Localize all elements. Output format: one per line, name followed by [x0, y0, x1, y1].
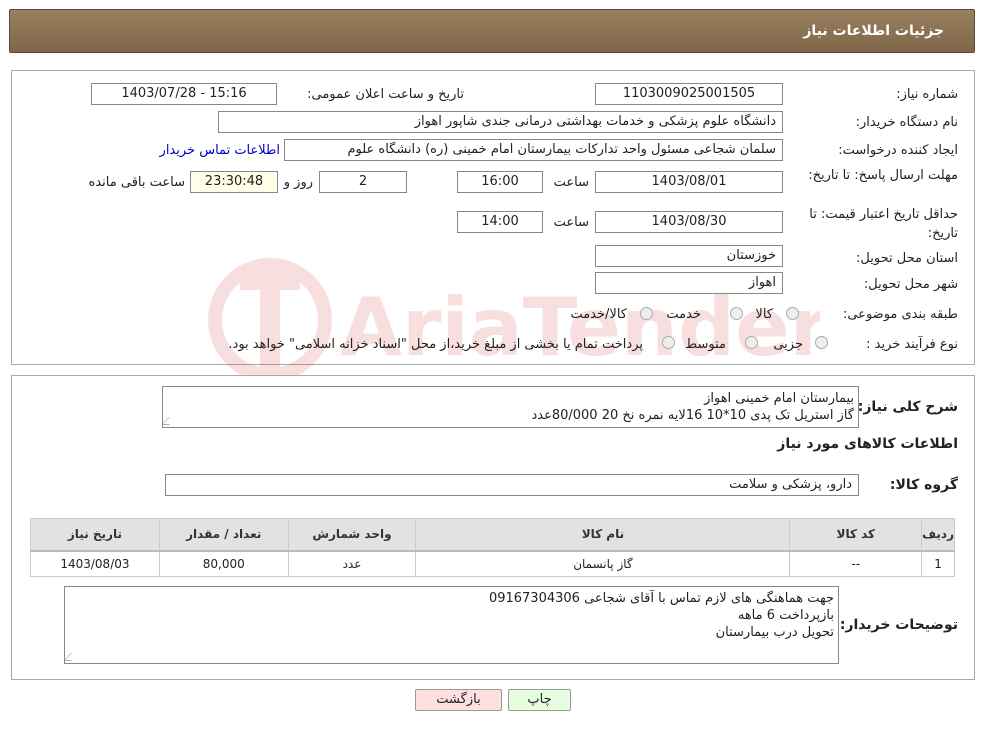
- process-radio-medium[interactable]: [745, 336, 758, 349]
- process-option-minor: جزیی: [773, 337, 803, 352]
- buyer-org-field: دانشگاه علوم پزشکی و خدمات بهداشتی درمان…: [218, 111, 783, 133]
- goods-group-label: گروه کالا:: [889, 477, 958, 493]
- page-title: جزئیات اطلاعات نیاز: [803, 23, 944, 39]
- buyer-notes-textarea[interactable]: جهت هماهنگی های لازم تماس با آقای شجاعی …: [64, 586, 839, 664]
- col-code: کد کالا: [789, 518, 923, 552]
- buyer-notes-label: توضیحات خریدار:: [839, 617, 958, 633]
- cell-date: 1403/08/03: [30, 550, 160, 577]
- announce-datetime-label: تاریخ و ساعت اعلان عمومی:: [307, 87, 464, 102]
- price-validity-label: حداقل تاریخ اعتبار قیمت: تا تاریخ:: [809, 207, 958, 241]
- desc-line-2: گاز استریل تک پدی 10*10 16لایه نمره نخ 2…: [531, 408, 854, 423]
- remaining-label: ساعت باقی مانده: [88, 175, 185, 190]
- reply-days-field: 2: [319, 171, 407, 193]
- cell-code: --: [789, 550, 923, 577]
- cell-name: گاز پانسمان: [415, 550, 791, 577]
- general-desc-textarea[interactable]: بیمارستان امام خمینی اهواز گاز استریل تک…: [162, 386, 859, 428]
- cell-qty: 80,000: [158, 550, 289, 577]
- table-row: 1 -- گاز پانسمان عدد 80,000 1403/08/03: [30, 550, 955, 577]
- remaining-time-field: 23:30:48: [190, 171, 278, 193]
- print-button[interactable]: چاپ: [508, 689, 571, 711]
- category-radio-service[interactable]: [730, 307, 743, 320]
- buyer-org-label: نام دستگاه خریدار:: [855, 115, 958, 130]
- process-label: نوع فرآیند خرید :: [866, 337, 958, 352]
- province-label: استان محل تحویل:: [856, 251, 958, 266]
- notes-line-1: جهت هماهنگی های لازم تماس با آقای شجاعی …: [488, 591, 834, 606]
- col-unit: واحد شمارش: [287, 518, 417, 552]
- process-radio-minor[interactable]: [815, 336, 828, 349]
- price-time-label: ساعت: [553, 215, 589, 230]
- need-number-field: 1103009025001505: [595, 83, 783, 105]
- category-label: طبقه بندی موضوعی:: [842, 307, 958, 322]
- back-button[interactable]: بازگشت: [415, 689, 502, 711]
- requester-label: ایجاد کننده درخواست:: [838, 143, 958, 158]
- announce-datetime-field: 1403/07/28 - 15:16: [91, 83, 277, 105]
- col-qty: تعداد / مقدار: [158, 518, 289, 552]
- col-name: نام کالا: [415, 518, 791, 552]
- process-note: پرداخت تمام یا بخشی از مبلغ خرید،از محل …: [228, 337, 643, 352]
- need-number-label: شماره نیاز:: [896, 87, 958, 102]
- province-field: خوزستان: [595, 245, 783, 267]
- goods-group-field: دارو، پزشکی و سلامت: [165, 474, 859, 496]
- price-date-field: 1403/08/30: [595, 211, 783, 233]
- goods-info-title: اطلاعات کالاهای مورد نیاز: [777, 436, 958, 452]
- goods-table: ردیف کد کالا نام کالا واحد شمارش تعداد /…: [30, 518, 955, 577]
- reply-date-field: 1403/08/01: [595, 171, 783, 193]
- resize-grip-icon[interactable]: [65, 653, 79, 661]
- category-option-service: خدمت: [666, 307, 701, 322]
- category-radio-goods[interactable]: [786, 307, 799, 320]
- reply-time-field: 16:00: [457, 171, 543, 193]
- city-label: شهر محل تحویل:: [863, 277, 958, 292]
- category-option-goods: کالا: [755, 307, 773, 322]
- notes-line-3: تحویل درب بیمارستان: [715, 625, 834, 640]
- days-and-label: روز و: [283, 175, 313, 190]
- cell-row: 1: [921, 550, 955, 577]
- reply-time-label: ساعت: [553, 175, 589, 190]
- requester-field: سلمان شجاعی مسئول واحد تدارکات بیمارستان…: [284, 139, 783, 161]
- general-desc-label: شرح کلی نیاز:: [857, 399, 958, 415]
- process-radio-treasury[interactable]: [662, 336, 675, 349]
- col-date: تاریخ نیاز: [30, 518, 160, 552]
- reply-deadline-label: مهلت ارسال پاسخ: تا تاریخ:: [808, 168, 958, 183]
- desc-line-1: بیمارستان امام خمینی اهواز: [704, 391, 854, 406]
- process-option-medium: متوسط: [685, 337, 726, 352]
- city-field: اهواز: [595, 272, 783, 294]
- page-header: جزئیات اطلاعات نیاز: [9, 9, 975, 53]
- notes-line-2: بازپرداخت 6 ماهه: [737, 608, 834, 623]
- category-radio-goods-service[interactable]: [640, 307, 653, 320]
- cell-unit: عدد: [287, 550, 417, 577]
- price-time-field: 14:00: [457, 211, 543, 233]
- category-option-goods-service: کالا/خدمت: [570, 307, 627, 322]
- col-row: ردیف: [921, 518, 955, 552]
- buyer-contact-link[interactable]: اطلاعات تماس خریدار: [160, 143, 280, 158]
- table-header-row: ردیف کد کالا نام کالا واحد شمارش تعداد /…: [30, 518, 955, 552]
